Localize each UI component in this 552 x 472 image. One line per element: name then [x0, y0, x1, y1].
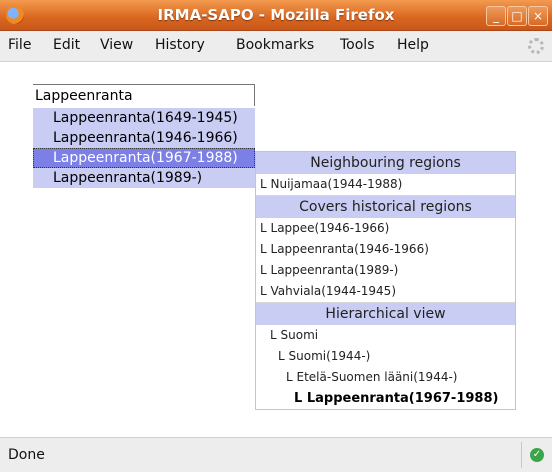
- throbber-icon: [528, 38, 544, 54]
- menu-bookmarks[interactable]: Bookmarks: [236, 37, 314, 53]
- historical-region-item[interactable]: L Vahviala(1944-1945): [256, 281, 515, 302]
- menu-bar: File Edit View History Bookmarks Tools H…: [0, 31, 552, 62]
- branch-glyph: L: [294, 391, 303, 406]
- branch-glyph: L: [260, 177, 267, 191]
- autocomplete-item-selected[interactable]: Lappeenranta(1967-1988): [33, 148, 255, 168]
- region-name: Suomi(1944-): [288, 349, 371, 363]
- region-name: Lappee(1946-1966): [270, 221, 390, 235]
- branch-glyph: L: [260, 242, 267, 256]
- hierarchical-view-header: Hierarchical view: [256, 303, 515, 325]
- check-icon: ✓: [530, 448, 544, 462]
- autocomplete-item[interactable]: Lappeenranta(1946-1966): [33, 128, 255, 148]
- region-name: Vahviala(1944-1945): [270, 284, 396, 298]
- region-search-input[interactable]: [33, 84, 255, 106]
- region-name: Suomi: [280, 328, 319, 342]
- title-bar: IRMA-SAPO - Mozilla Firefox _ □ ×: [0, 0, 552, 31]
- branch-glyph: L: [278, 349, 285, 363]
- menu-view[interactable]: View: [100, 37, 133, 53]
- hierarchy-item[interactable]: L Suomi(1944-): [256, 346, 515, 367]
- hierarchy-item-current[interactable]: L Lappeenranta(1967-1988): [256, 388, 515, 409]
- autocomplete-list: Lappeenranta(1649-1945) Lappeenranta(194…: [33, 108, 255, 188]
- menu-edit[interactable]: Edit: [53, 37, 80, 53]
- browser-window: IRMA-SAPO - Mozilla Firefox _ □ × File E…: [0, 0, 552, 472]
- historical-region-item[interactable]: L Lappeenranta(1989-): [256, 260, 515, 281]
- autocomplete-item[interactable]: Lappeenranta(1989-): [33, 168, 255, 188]
- branch-glyph: L: [286, 370, 293, 384]
- page-content: Lappeenranta(1649-1945) Lappeenranta(194…: [0, 62, 552, 436]
- neighbouring-regions-header: Neighbouring regions: [256, 152, 515, 174]
- hierarchy-item[interactable]: L Suomi: [256, 325, 515, 346]
- region-name: Etelä-Suomen lääni(1944-): [296, 370, 458, 384]
- menu-file[interactable]: File: [8, 37, 31, 53]
- autocomplete-item[interactable]: Lappeenranta(1649-1945): [33, 108, 255, 128]
- branch-glyph: L: [270, 328, 277, 342]
- menu-help[interactable]: Help: [397, 37, 429, 53]
- historical-region-item[interactable]: L Lappeenranta(1946-1966): [256, 239, 515, 260]
- minimize-button[interactable]: _: [486, 6, 506, 26]
- region-name: Nuijamaa(1944-1988): [270, 177, 403, 191]
- window-title: IRMA-SAPO - Mozilla Firefox: [157, 6, 395, 24]
- region-name: Lappeenranta(1946-1966): [270, 242, 429, 256]
- status-text: Done: [8, 447, 45, 463]
- hierarchy-item[interactable]: L Etelä-Suomen lääni(1944-): [256, 367, 515, 388]
- close-button[interactable]: ×: [528, 6, 548, 26]
- region-name: Lappeenranta(1967-1988): [306, 391, 499, 406]
- historical-region-item[interactable]: L Lappee(1946-1966): [256, 218, 515, 239]
- menu-tools[interactable]: Tools: [340, 37, 375, 53]
- covers-historical-regions-header: Covers historical regions: [256, 196, 515, 218]
- branch-glyph: L: [260, 263, 267, 277]
- maximize-button[interactable]: □: [507, 6, 527, 26]
- neighbouring-region-item[interactable]: L Nuijamaa(1944-1988): [256, 174, 515, 195]
- status-divider: [521, 442, 522, 468]
- region-name: Lappeenranta(1989-): [270, 263, 399, 277]
- region-details-popup: Neighbouring regions L Nuijamaa(1944-198…: [255, 151, 516, 410]
- branch-glyph: L: [260, 221, 267, 235]
- menu-history[interactable]: History: [155, 37, 205, 53]
- status-bar: Done ✓: [0, 437, 552, 472]
- branch-glyph: L: [260, 284, 267, 298]
